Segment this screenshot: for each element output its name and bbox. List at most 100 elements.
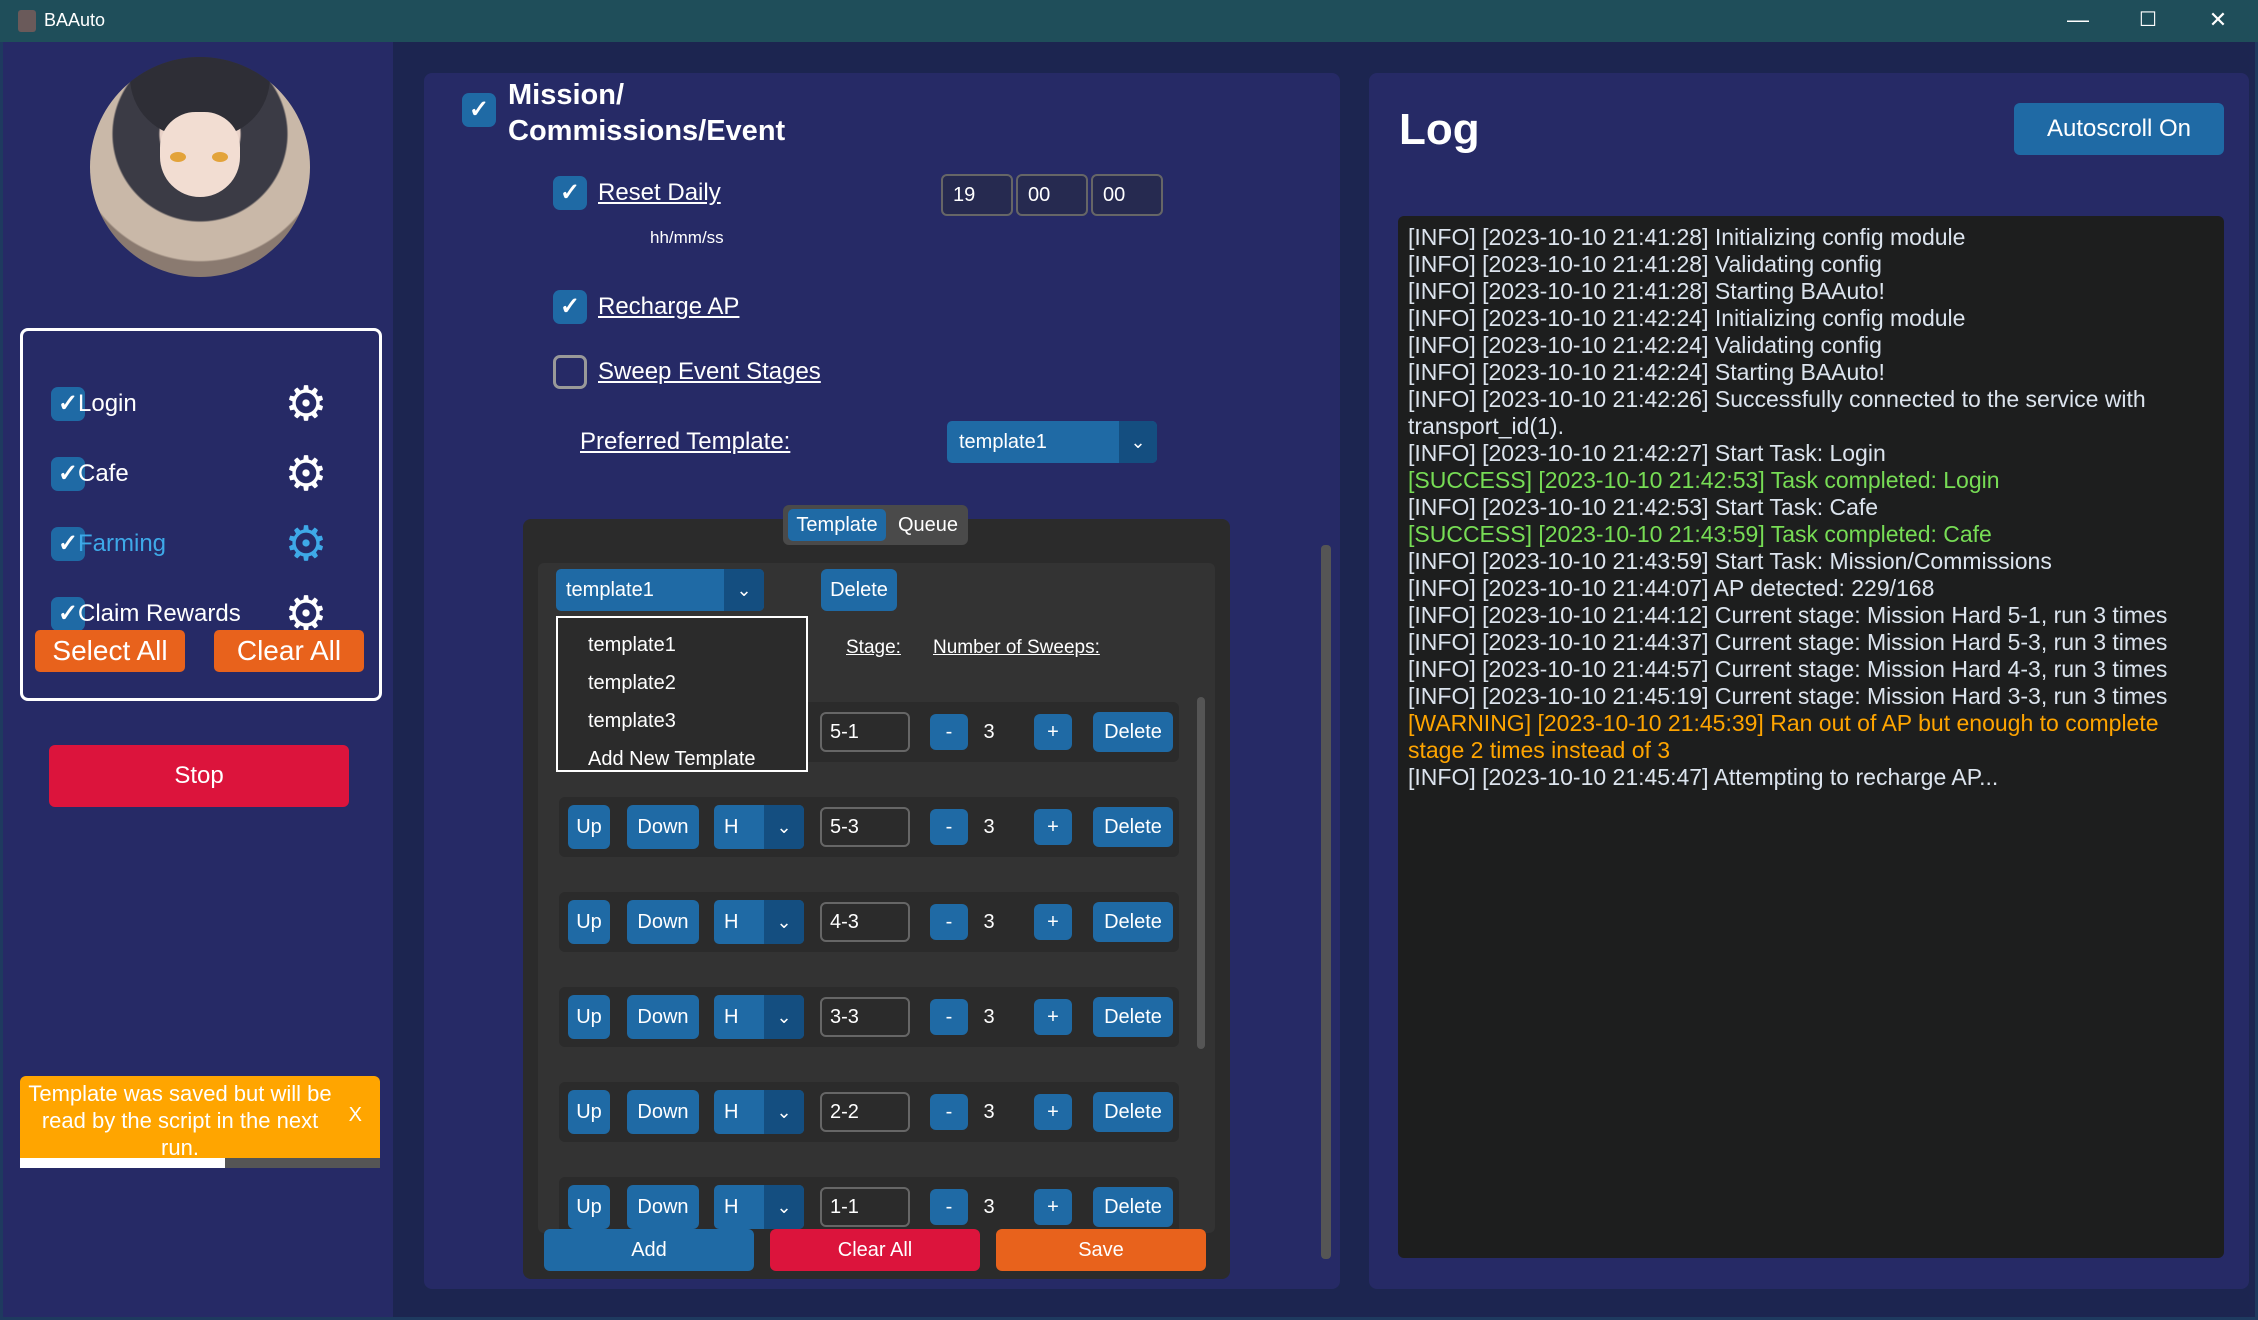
recharge-ap-checkbox[interactable]: ✓ (553, 290, 587, 324)
dropdown-option-template3[interactable]: template3 (588, 710, 676, 733)
stage-input[interactable]: 2-2 (820, 1092, 910, 1132)
increment-button[interactable]: + (1034, 1094, 1072, 1130)
sweep-count[interactable]: 3 (972, 902, 1006, 942)
preferred-template-select[interactable]: template1 ⌄ (947, 421, 1157, 463)
chevron-down-icon: ⌄ (764, 900, 804, 944)
decrement-button[interactable]: - (930, 1189, 968, 1225)
reset-second-input[interactable]: 00 (1091, 174, 1163, 216)
mission-checkbox[interactable]: ✓ (462, 93, 496, 127)
maximize-button[interactable]: ☐ (2114, 0, 2182, 42)
move-down-button[interactable]: Down (627, 995, 699, 1039)
chevron-down-icon: ⌄ (764, 995, 804, 1039)
difficulty-select[interactable]: H ⌄ (714, 995, 804, 1039)
move-up-button[interactable]: Up (568, 995, 610, 1039)
move-down-button[interactable]: Down (627, 1090, 699, 1134)
stage-input[interactable]: 5-1 (820, 712, 910, 752)
tab-switcher: Template Queue (783, 505, 968, 545)
decrement-button[interactable]: - (930, 809, 968, 845)
clear-all-stages-button[interactable]: Clear All (770, 1229, 980, 1271)
move-down-button[interactable]: Down (627, 1185, 699, 1229)
stage-input[interactable]: 5-3 (820, 807, 910, 847)
minimize-button[interactable]: — (2044, 0, 2112, 42)
task-label: Claim Rewards (78, 600, 241, 627)
move-up-button[interactable]: Up (568, 1090, 610, 1134)
log-line: [WARNING] [2023-10-10 21:45:39] Ran out … (1408, 710, 2159, 763)
stop-button[interactable]: Stop (49, 745, 349, 807)
decrement-button[interactable]: - (930, 714, 968, 750)
decrement-button[interactable]: - (930, 999, 968, 1035)
log-line: [INFO] [2023-10-10 21:41:28] Starting BA… (1408, 278, 1885, 304)
task-item: ✓ Login ⚙ (31, 380, 351, 430)
autoscroll-button[interactable]: Autoscroll On (2014, 103, 2224, 155)
move-up-button[interactable]: Up (568, 900, 610, 944)
avatar (90, 57, 310, 277)
increment-button[interactable]: + (1034, 904, 1072, 940)
delete-stage-button[interactable]: Delete (1093, 807, 1173, 847)
tab-queue[interactable]: Queue (893, 509, 963, 541)
move-down-button[interactable]: Down (627, 900, 699, 944)
log-line: [INFO] [2023-10-10 21:42:26] Successfull… (1408, 386, 2146, 439)
difficulty-select[interactable]: H ⌄ (714, 900, 804, 944)
tab-template[interactable]: Template (788, 509, 886, 541)
list-scrollbar[interactable] (1197, 697, 1205, 1049)
chevron-down-icon: ⌄ (764, 1185, 804, 1229)
delete-stage-button[interactable]: Delete (1093, 902, 1173, 942)
increment-button[interactable]: + (1034, 1189, 1072, 1225)
chevron-down-icon: ⌄ (764, 805, 804, 849)
template-dropdown: template1 template2 template3 Add New Te… (556, 616, 808, 772)
delete-stage-button[interactable]: Delete (1093, 1187, 1173, 1227)
preferred-template-label: Preferred Template: (580, 428, 791, 455)
toast-close-button[interactable]: X (349, 1104, 362, 1127)
decrement-button[interactable]: - (930, 1094, 968, 1130)
task-item: ✓ Farming ⚙ (31, 520, 351, 570)
sweep-count[interactable]: 3 (972, 807, 1006, 847)
decrement-button[interactable]: - (930, 904, 968, 940)
sweep-count[interactable]: 3 (972, 712, 1006, 752)
move-down-button[interactable]: Down (627, 805, 699, 849)
log-output: [INFO] [2023-10-10 21:41:28] Initializin… (1398, 216, 2224, 1258)
template-select[interactable]: template1 ⌄ (556, 569, 764, 611)
title-bar: BAAuto — ☐ ✕ (0, 0, 2258, 42)
stage-input[interactable]: 1-1 (820, 1187, 910, 1227)
sweep-count[interactable]: 3 (972, 1187, 1006, 1227)
dropdown-option-template1[interactable]: template1 (588, 634, 676, 657)
add-stage-button[interactable]: Add (544, 1229, 754, 1271)
select-all-button[interactable]: Select All (35, 630, 185, 672)
difficulty-select[interactable]: H ⌄ (714, 1090, 804, 1134)
move-up-button[interactable]: Up (568, 805, 610, 849)
clear-all-tasks-button[interactable]: Clear All (214, 630, 364, 672)
gear-icon[interactable]: ⚙ (281, 450, 331, 500)
reset-minute-input[interactable]: 00 (1016, 174, 1088, 216)
close-button[interactable]: ✕ (2184, 0, 2252, 42)
save-template-button[interactable]: Save (996, 1229, 1206, 1271)
delete-stage-button[interactable]: Delete (1093, 1092, 1173, 1132)
reset-hour-input[interactable]: 19 (941, 174, 1013, 216)
increment-button[interactable]: + (1034, 714, 1072, 750)
move-up-button[interactable]: Up (568, 1185, 610, 1229)
recharge-ap-label[interactable]: Recharge AP (598, 293, 739, 321)
sweeps-column-header: Number of Sweeps: (933, 637, 1100, 658)
gear-icon[interactable]: ⚙ (281, 380, 331, 430)
log-line: [SUCCESS] [2023-10-10 21:42:53] Task com… (1408, 467, 2000, 493)
sweep-event-checkbox[interactable] (553, 355, 587, 389)
delete-template-button[interactable]: Delete (821, 569, 897, 611)
dropdown-option-add-new-template[interactable]: Add New Template (588, 748, 756, 771)
panel-scrollbar[interactable] (1321, 545, 1331, 1259)
sweep-count[interactable]: 3 (972, 997, 1006, 1037)
dropdown-option-template2[interactable]: template2 (588, 672, 676, 695)
delete-stage-button[interactable]: Delete (1093, 997, 1173, 1037)
increment-button[interactable]: + (1034, 999, 1072, 1035)
log-line: [INFO] [2023-10-10 21:44:07] AP detected… (1408, 575, 1935, 601)
reset-daily-checkbox[interactable]: ✓ (553, 176, 587, 210)
increment-button[interactable]: + (1034, 809, 1072, 845)
log-line: [INFO] [2023-10-10 21:44:12] Current sta… (1408, 602, 2168, 628)
sweep-event-label[interactable]: Sweep Event Stages (598, 358, 821, 386)
reset-daily-label[interactable]: Reset Daily (598, 179, 721, 207)
delete-stage-button[interactable]: Delete (1093, 712, 1173, 752)
sweep-count[interactable]: 3 (972, 1092, 1006, 1132)
difficulty-select[interactable]: H ⌄ (714, 805, 804, 849)
stage-input[interactable]: 4-3 (820, 902, 910, 942)
stage-input[interactable]: 3-3 (820, 997, 910, 1037)
difficulty-select[interactable]: H ⌄ (714, 1185, 804, 1229)
gear-icon[interactable]: ⚙ (281, 520, 331, 570)
